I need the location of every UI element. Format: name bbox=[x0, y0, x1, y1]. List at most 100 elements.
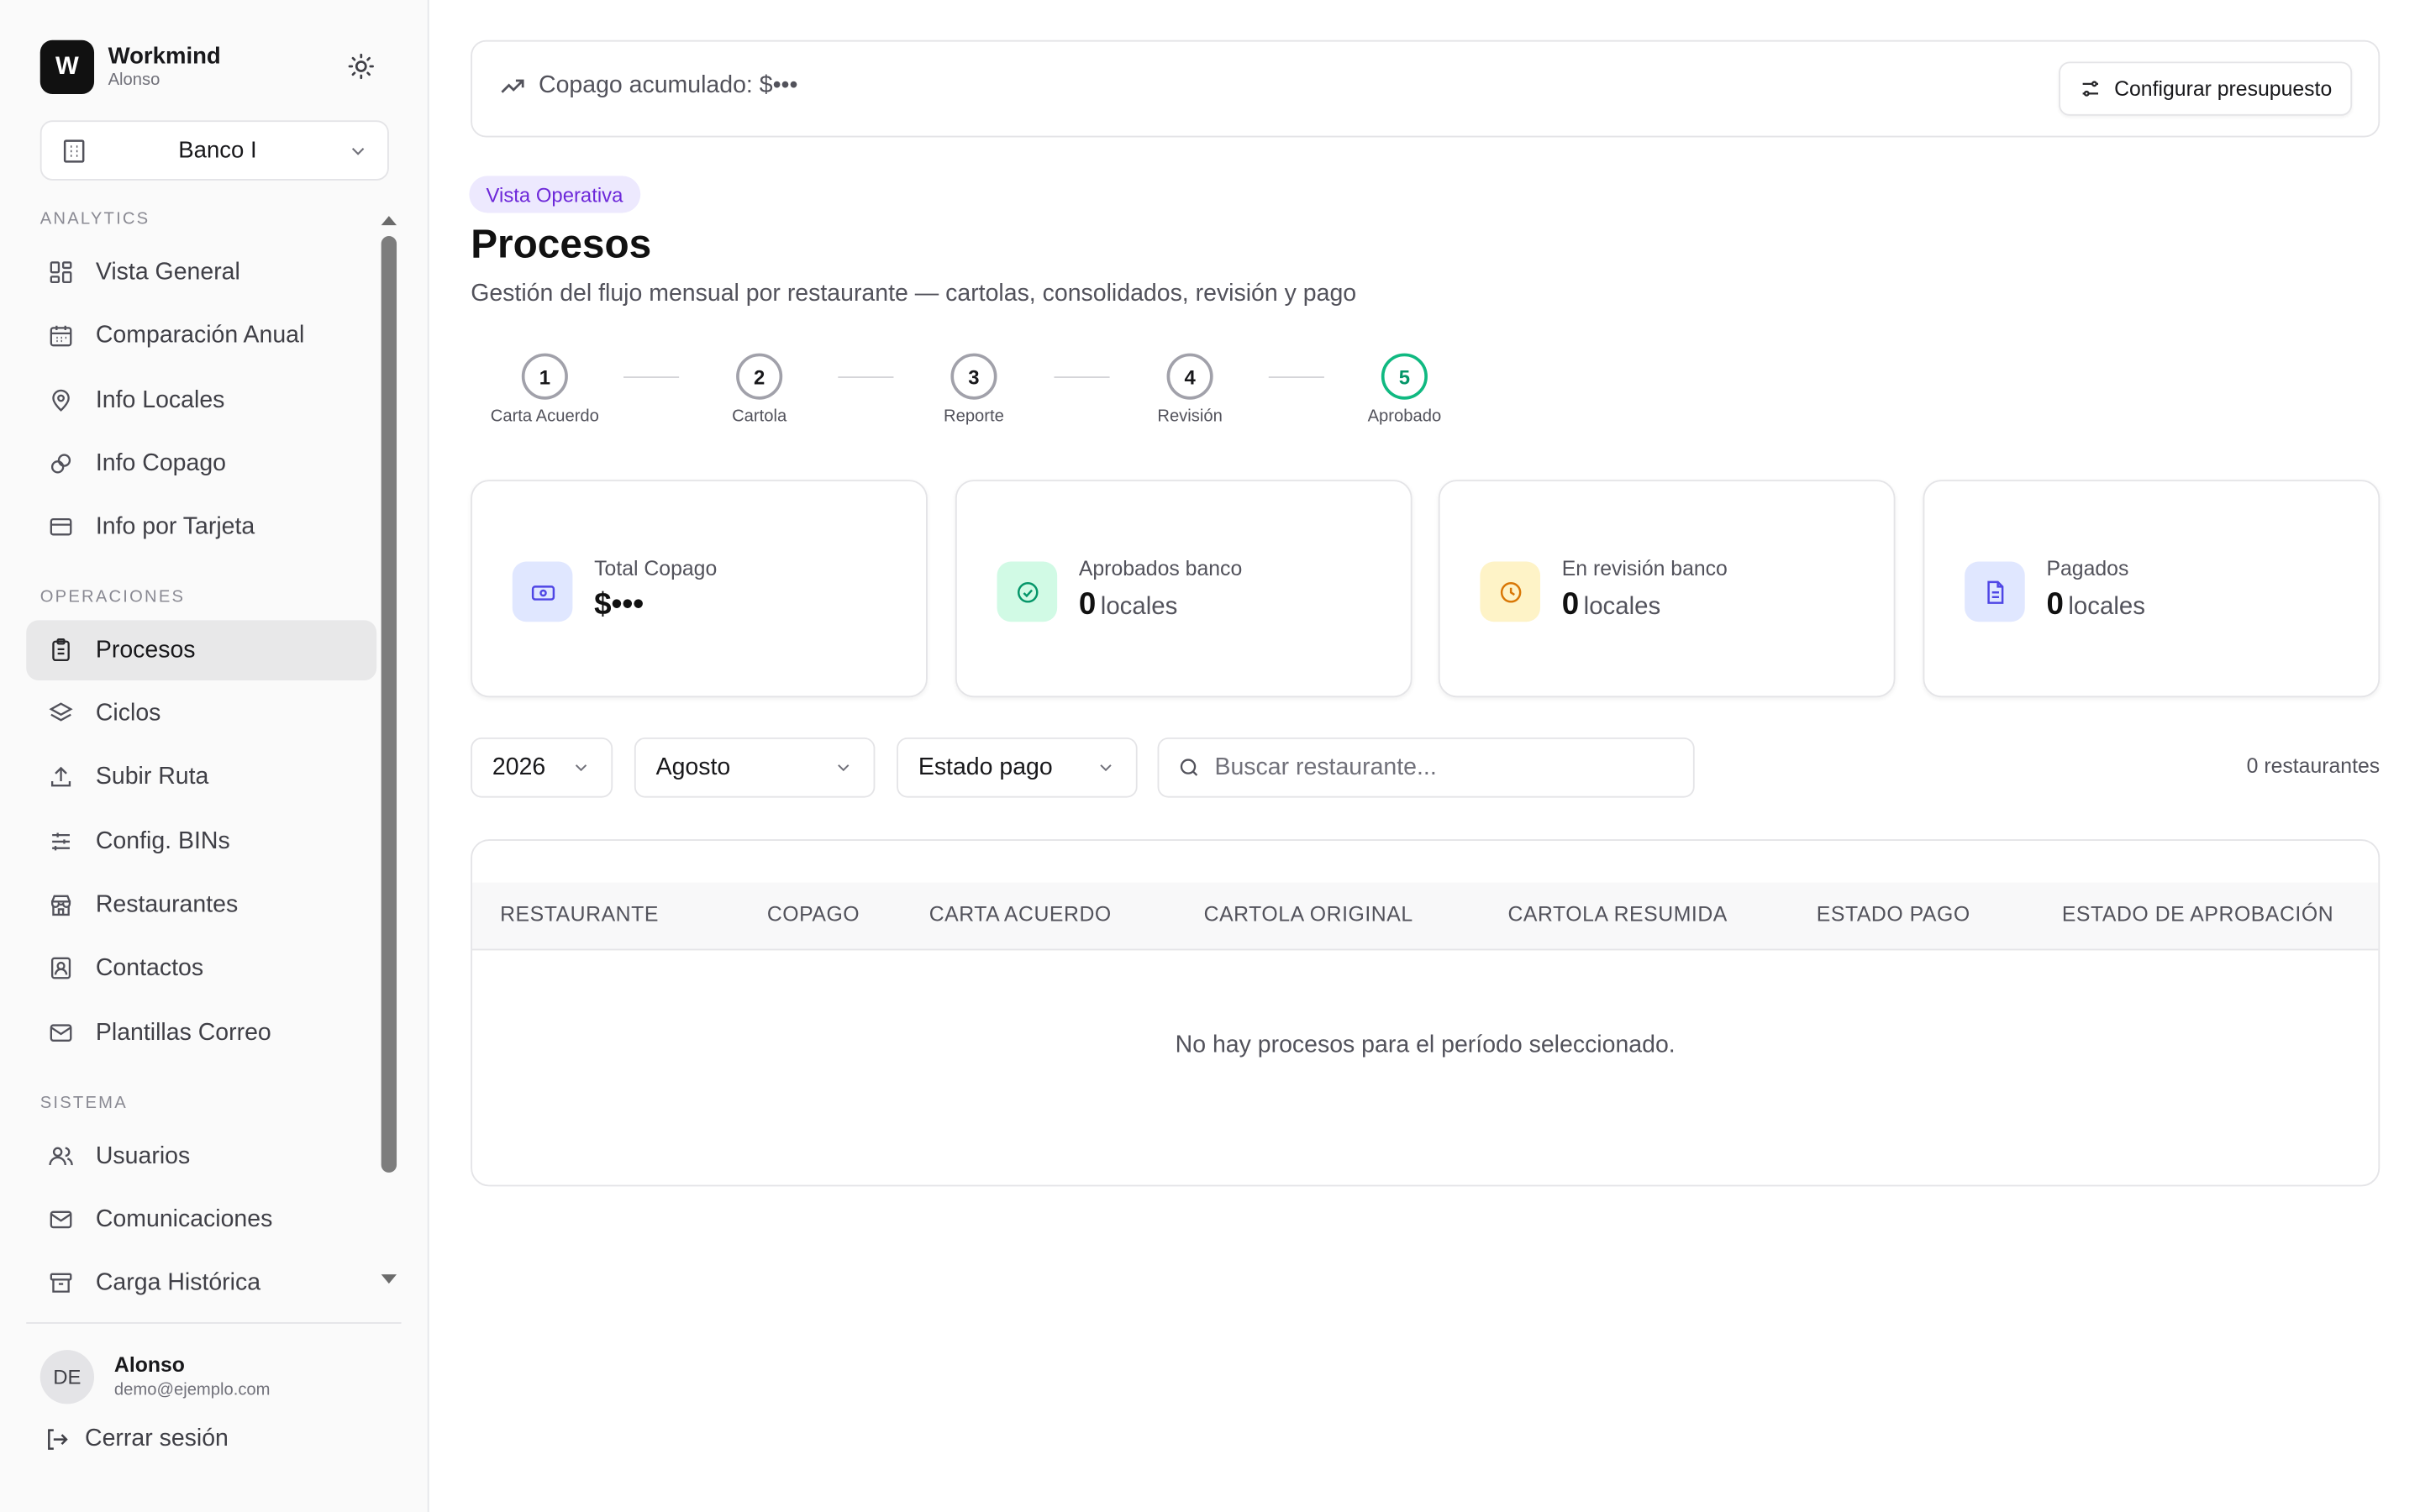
store-icon bbox=[46, 891, 74, 919]
money-icon bbox=[512, 561, 573, 622]
section-analytics: ANALYTICS bbox=[39, 209, 150, 228]
archive-icon bbox=[46, 1269, 74, 1297]
step-number: 2 bbox=[736, 353, 783, 400]
brand[interactable]: W Workmind Alonso bbox=[39, 39, 221, 95]
step-aprobado[interactable]: 5 Aprobado bbox=[1328, 353, 1482, 426]
stat-card-aprobados-banco: Aprobados banco 0 locales bbox=[955, 480, 1413, 698]
sidebar-item-label: Restaurantes bbox=[95, 890, 239, 917]
step-label: Aprobado bbox=[1367, 407, 1442, 426]
search-box[interactable] bbox=[1157, 737, 1695, 798]
copago-label: Copago acumulado: $••• bbox=[539, 72, 798, 99]
brand-subtitle: Alonso bbox=[108, 71, 160, 90]
stat-unit: locales bbox=[1583, 594, 1661, 621]
empty-state-message: No hay procesos para el período seleccio… bbox=[1175, 1032, 1676, 1058]
step-connector bbox=[838, 376, 894, 378]
sidebar-item-info-locales[interactable]: Info Locales bbox=[26, 370, 376, 431]
table-header: RESTAURANTE COPAGO CARTA ACUERDO CARTOLA… bbox=[472, 882, 2379, 951]
column-header-estado-pago[interactable]: ESTADO PAGO bbox=[1817, 902, 1970, 926]
calendar-icon bbox=[46, 322, 74, 349]
step-label: Carta Acuerdo bbox=[490, 407, 599, 426]
step-connector bbox=[623, 376, 680, 378]
sidebar-item-label: Comparación Anual bbox=[95, 321, 305, 349]
step-connector bbox=[1054, 376, 1110, 378]
configure-budget-button[interactable]: Configurar presupuesto bbox=[2058, 61, 2353, 116]
step-number: 1 bbox=[521, 353, 568, 400]
column-header-restaurante[interactable]: RESTAURANTE bbox=[500, 902, 659, 926]
sidebar-item-plantillas-correo[interactable]: Plantillas Correo bbox=[26, 1003, 376, 1063]
copago-bar: Copago acumulado: $••• Configurar presup… bbox=[471, 39, 2381, 138]
upload-icon bbox=[46, 763, 74, 790]
sidebar-item-info-por-tarjeta[interactable]: Info por Tarjeta bbox=[26, 496, 376, 557]
step-label: Revisión bbox=[1157, 407, 1223, 426]
stat-title: Total Copago bbox=[594, 557, 718, 580]
sidebar-item-procesos[interactable]: Procesos bbox=[26, 620, 377, 680]
users-icon bbox=[46, 1142, 74, 1170]
step-reporte[interactable]: 3 Reporte bbox=[897, 353, 1051, 426]
sidebar-item-label: Info Locales bbox=[95, 386, 225, 413]
search-input[interactable] bbox=[1214, 753, 1663, 782]
clipboard-icon bbox=[46, 637, 74, 664]
scroll-up-arrow[interactable] bbox=[381, 216, 397, 226]
configure-budget-label: Configurar presupuesto bbox=[2114, 76, 2333, 101]
sidebar-item-comunicaciones[interactable]: Comunicaciones bbox=[26, 1189, 376, 1250]
building-icon bbox=[63, 139, 85, 162]
stat-value: 0 bbox=[1078, 587, 1097, 622]
trending-up-icon bbox=[501, 79, 524, 93]
sidebar-item-usuarios[interactable]: Usuarios bbox=[26, 1126, 376, 1187]
sidebar-item-config-bins[interactable]: Config. BINs bbox=[26, 811, 376, 872]
sidebar-scrollbar[interactable] bbox=[381, 236, 397, 1173]
stat-value: $••• bbox=[594, 587, 644, 622]
sidebar-item-label: Vista General bbox=[95, 258, 240, 285]
clock-icon bbox=[1480, 561, 1541, 622]
bank-selector-value: Banco I bbox=[178, 137, 257, 164]
scroll-down-arrow[interactable] bbox=[381, 1274, 397, 1284]
layers-icon bbox=[46, 700, 74, 727]
sidebar-item-label: Contactos bbox=[95, 953, 204, 981]
sidebar-item-comparacion-anual[interactable]: Comparación Anual bbox=[26, 306, 376, 366]
bank-selector[interactable]: Banco I bbox=[39, 120, 389, 181]
step-number: 5 bbox=[1381, 353, 1428, 400]
column-header-carta-acuerdo[interactable]: CARTA ACUERDO bbox=[929, 902, 1112, 926]
logout-button[interactable]: Cerrar sesión bbox=[43, 1425, 229, 1453]
sidebar-item-restaurantes[interactable]: Restaurantes bbox=[26, 874, 376, 935]
chevron-down-icon bbox=[351, 147, 365, 155]
app-root: W Workmind Alonso Banco I ANALYTICS OPER… bbox=[0, 0, 2420, 1512]
stat-value: 0 bbox=[2046, 587, 2064, 622]
sidebar-item-carga-historica[interactable]: Carga Histórica bbox=[26, 1252, 376, 1313]
sidebar-item-label: Subir Ruta bbox=[95, 763, 209, 790]
sidebar-item-label: Info Copago bbox=[95, 449, 227, 476]
column-header-cartola-resumida[interactable]: CARTOLA RESUMIDA bbox=[1507, 902, 1727, 926]
brand-logo: W bbox=[39, 39, 95, 95]
step-revision[interactable]: 4 Revisión bbox=[1113, 353, 1267, 426]
search-icon bbox=[1180, 759, 1198, 776]
document-icon bbox=[1965, 561, 2025, 622]
sidebar-item-ciclos[interactable]: Ciclos bbox=[26, 684, 376, 744]
month-select[interactable]: Agosto bbox=[634, 737, 876, 798]
sidebar-item-vista-general[interactable]: Vista General bbox=[26, 242, 376, 302]
step-label: Reporte bbox=[943, 407, 1004, 426]
month-select-value: Agosto bbox=[655, 753, 731, 780]
sidebar-item-contactos[interactable]: Contactos bbox=[26, 938, 376, 999]
column-header-cartola-original[interactable]: CARTOLA ORIGINAL bbox=[1204, 902, 1413, 926]
mail-icon bbox=[46, 1205, 74, 1233]
user-profile[interactable]: DE Alonso demo@ejemplo.com bbox=[39, 1350, 271, 1404]
sidebar-item-label: Procesos bbox=[95, 636, 196, 663]
step-carta-acuerdo[interactable]: 1 Carta Acuerdo bbox=[468, 353, 623, 426]
stat-unit: locales bbox=[1100, 594, 1178, 621]
stat-card-en-revision-banco: En revisión banco 0 locales bbox=[1438, 480, 1896, 698]
sidebar-item-info-copago[interactable]: Info Copago bbox=[26, 433, 376, 494]
column-header-copago[interactable]: COPAGO bbox=[767, 902, 860, 926]
year-select[interactable]: 2026 bbox=[471, 737, 613, 798]
brand-name: Workmind bbox=[108, 43, 221, 70]
sidebar-item-label: Info por Tarjeta bbox=[95, 512, 255, 539]
mail-icon bbox=[46, 1019, 74, 1047]
payment-status-value: Estado pago bbox=[918, 753, 1053, 780]
step-cartola[interactable]: 2 Cartola bbox=[682, 353, 837, 426]
sidebar-item-subir-ruta[interactable]: Subir Ruta bbox=[26, 747, 376, 807]
theme-toggle-button[interactable] bbox=[343, 48, 380, 85]
payment-status-select[interactable]: Estado pago bbox=[897, 737, 1138, 798]
column-header-estado-aprobacion[interactable]: ESTADO DE APROBACIÓN bbox=[2062, 902, 2333, 926]
stat-unit: locales bbox=[2068, 594, 2145, 621]
map-pin-icon bbox=[46, 386, 74, 414]
sidebar-item-label: Plantillas Correo bbox=[95, 1019, 271, 1046]
